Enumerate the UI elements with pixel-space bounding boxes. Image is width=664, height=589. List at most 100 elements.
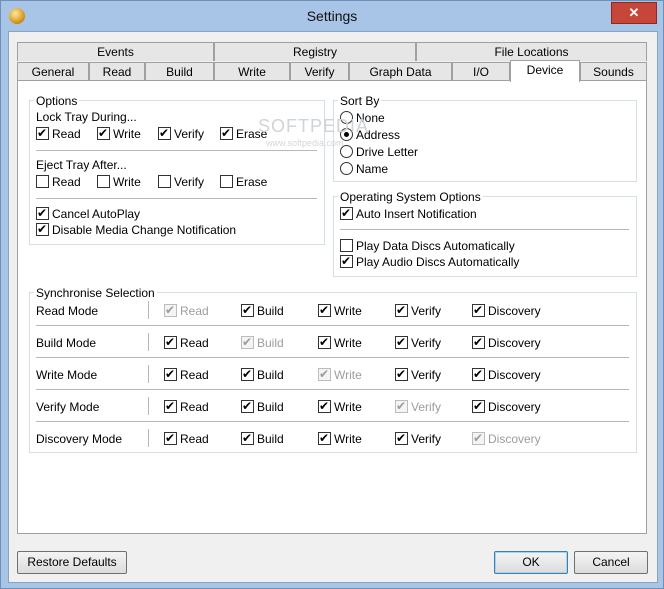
eject-tray-erase-label: Erase xyxy=(236,175,268,189)
sort-by-name-radio[interactable] xyxy=(340,162,353,175)
sync-write-mode-verify-checkbox[interactable] xyxy=(395,366,408,382)
eject-tray-read-label: Read xyxy=(52,175,81,189)
sync-row-divider xyxy=(148,333,149,351)
tab-general[interactable]: General xyxy=(17,62,89,81)
sync-write-mode-read-checkbox[interactable] xyxy=(164,366,177,382)
ok-button[interactable]: OK xyxy=(494,551,568,574)
auto-insert-checkbox[interactable] xyxy=(340,205,353,221)
sync-write-mode-write-checkbox xyxy=(318,366,331,382)
sync-discovery-mode-read-label: Read xyxy=(180,432,209,446)
tab-build[interactable]: Build xyxy=(145,62,214,81)
eject-tray-label: Eject Tray After... xyxy=(36,158,127,172)
lock-tray-label: Lock Tray During... xyxy=(36,110,137,124)
tab-write[interactable]: Write xyxy=(214,62,290,81)
sort-by-name-label: Name xyxy=(356,162,389,176)
eject-tray-write-checkbox[interactable] xyxy=(97,175,110,188)
sync-row-label-write-mode: Write Mode xyxy=(36,368,98,382)
sync-verify-mode-write-checkbox[interactable] xyxy=(318,398,331,414)
lock-tray-verify-checkbox[interactable] xyxy=(158,125,171,141)
softpedia-watermark-url: www.softpedia.com xyxy=(266,138,344,148)
sync-row-divider xyxy=(148,365,149,383)
tab-events[interactable]: Events xyxy=(17,42,214,61)
play-data-discs-checkbox[interactable] xyxy=(340,239,353,252)
os-options-title: Operating System Options xyxy=(338,190,483,204)
play-audio-discs-label: Play Audio Discs Automatically xyxy=(356,255,520,269)
play-data-discs-label: Play Data Discs Automatically xyxy=(356,239,515,253)
sync-build-mode-verify-checkbox[interactable] xyxy=(395,334,408,350)
lock-tray-read-checkbox[interactable] xyxy=(36,125,49,141)
title-bar[interactable]: Settings ✕ xyxy=(1,1,663,31)
sync-discovery-mode-discovery-label: Discovery xyxy=(488,432,541,446)
sync-verify-mode-write-label: Write xyxy=(334,400,362,414)
sync-discovery-mode-verify-label: Verify xyxy=(411,432,442,446)
play-audio-discs-checkbox[interactable] xyxy=(340,253,353,269)
tab-read[interactable]: Read xyxy=(89,62,145,81)
sync-read-mode-build-label: Build xyxy=(257,304,284,318)
sync-row-divider xyxy=(148,429,149,447)
sync-read-mode-read-checkbox xyxy=(164,302,177,318)
close-button[interactable]: ✕ xyxy=(611,2,657,24)
eject-tray-erase-checkbox[interactable] xyxy=(220,175,233,188)
cancel-autoplay-checkbox[interactable] xyxy=(36,205,49,221)
sync-row-separator xyxy=(36,325,629,326)
synchronise-selection-title: Synchronise Selection xyxy=(34,286,157,300)
tab-device[interactable]: Device xyxy=(510,60,580,82)
sync-discovery-mode-build-label: Build xyxy=(257,432,284,446)
tab-sounds[interactable]: Sounds xyxy=(580,62,647,81)
sync-verify-mode-discovery-checkbox[interactable] xyxy=(472,398,485,414)
lock-tray-write-label: Write xyxy=(113,127,141,141)
eject-tray-verify-checkbox[interactable] xyxy=(158,175,171,188)
sync-verify-mode-read-label: Read xyxy=(180,400,209,414)
sync-row-separator xyxy=(36,357,629,358)
sync-read-mode-read-label: Read xyxy=(180,304,209,318)
sync-verify-mode-build-checkbox[interactable] xyxy=(241,398,254,414)
sync-row-label-discovery-mode: Discovery Mode xyxy=(36,432,123,446)
sync-write-mode-build-checkbox[interactable] xyxy=(241,366,254,382)
sync-read-mode-discovery-checkbox[interactable] xyxy=(472,302,485,318)
restore-defaults-button[interactable]: Restore Defaults xyxy=(17,551,127,574)
synchronise-selection-group xyxy=(29,292,637,453)
sync-read-mode-build-checkbox[interactable] xyxy=(241,302,254,318)
cancel-button[interactable]: Cancel xyxy=(574,551,648,574)
sync-row-divider xyxy=(148,301,149,319)
sync-build-mode-discovery-checkbox[interactable] xyxy=(472,334,485,350)
lock-tray-read-label: Read xyxy=(52,127,81,141)
sync-row-separator xyxy=(36,421,629,422)
sync-verify-mode-build-label: Build xyxy=(257,400,284,414)
lock-tray-erase-checkbox[interactable] xyxy=(220,125,233,141)
sync-build-mode-read-checkbox[interactable] xyxy=(164,334,177,350)
sync-build-mode-build-checkbox xyxy=(241,334,254,350)
sync-discovery-mode-verify-checkbox[interactable] xyxy=(395,430,408,446)
options-separator-2 xyxy=(36,198,317,199)
eject-tray-write-label: Write xyxy=(113,175,141,189)
tab-verify[interactable]: Verify xyxy=(290,62,349,81)
sync-write-mode-discovery-checkbox[interactable] xyxy=(472,366,485,382)
sync-discovery-mode-read-checkbox[interactable] xyxy=(164,430,177,446)
lock-tray-verify-label: Verify xyxy=(174,127,205,141)
eject-tray-read-checkbox[interactable] xyxy=(36,175,49,188)
tab-i-o[interactable]: I/O xyxy=(452,62,510,81)
sync-build-mode-write-checkbox[interactable] xyxy=(318,334,331,350)
tab-file-locations[interactable]: File Locations xyxy=(416,42,647,61)
sync-verify-mode-read-checkbox[interactable] xyxy=(164,398,177,414)
options-separator-1 xyxy=(36,150,317,151)
sync-build-mode-build-label: Build xyxy=(257,336,284,350)
sync-build-mode-discovery-label: Discovery xyxy=(488,336,541,350)
sync-row-separator xyxy=(36,389,629,390)
tab-graph-data[interactable]: Graph Data xyxy=(349,62,452,81)
sync-discovery-mode-write-label: Write xyxy=(334,432,362,446)
sync-discovery-mode-write-checkbox[interactable] xyxy=(318,430,331,446)
sync-row-divider xyxy=(148,397,149,415)
sync-verify-mode-discovery-label: Discovery xyxy=(488,400,541,414)
tab-registry[interactable]: Registry xyxy=(214,42,416,61)
disable-media-change-checkbox[interactable] xyxy=(36,221,49,237)
sync-read-mode-verify-checkbox[interactable] xyxy=(395,302,408,318)
sync-verify-mode-verify-label: Verify xyxy=(411,400,442,414)
lock-tray-write-checkbox[interactable] xyxy=(97,125,110,141)
disable-media-change-label: Disable Media Change Notification xyxy=(52,223,237,237)
sync-read-mode-write-checkbox[interactable] xyxy=(318,302,331,318)
close-icon: ✕ xyxy=(628,5,640,20)
sort-by-title: Sort By xyxy=(338,94,382,108)
sync-discovery-mode-discovery-checkbox xyxy=(472,430,485,446)
sync-discovery-mode-build-checkbox[interactable] xyxy=(241,430,254,446)
